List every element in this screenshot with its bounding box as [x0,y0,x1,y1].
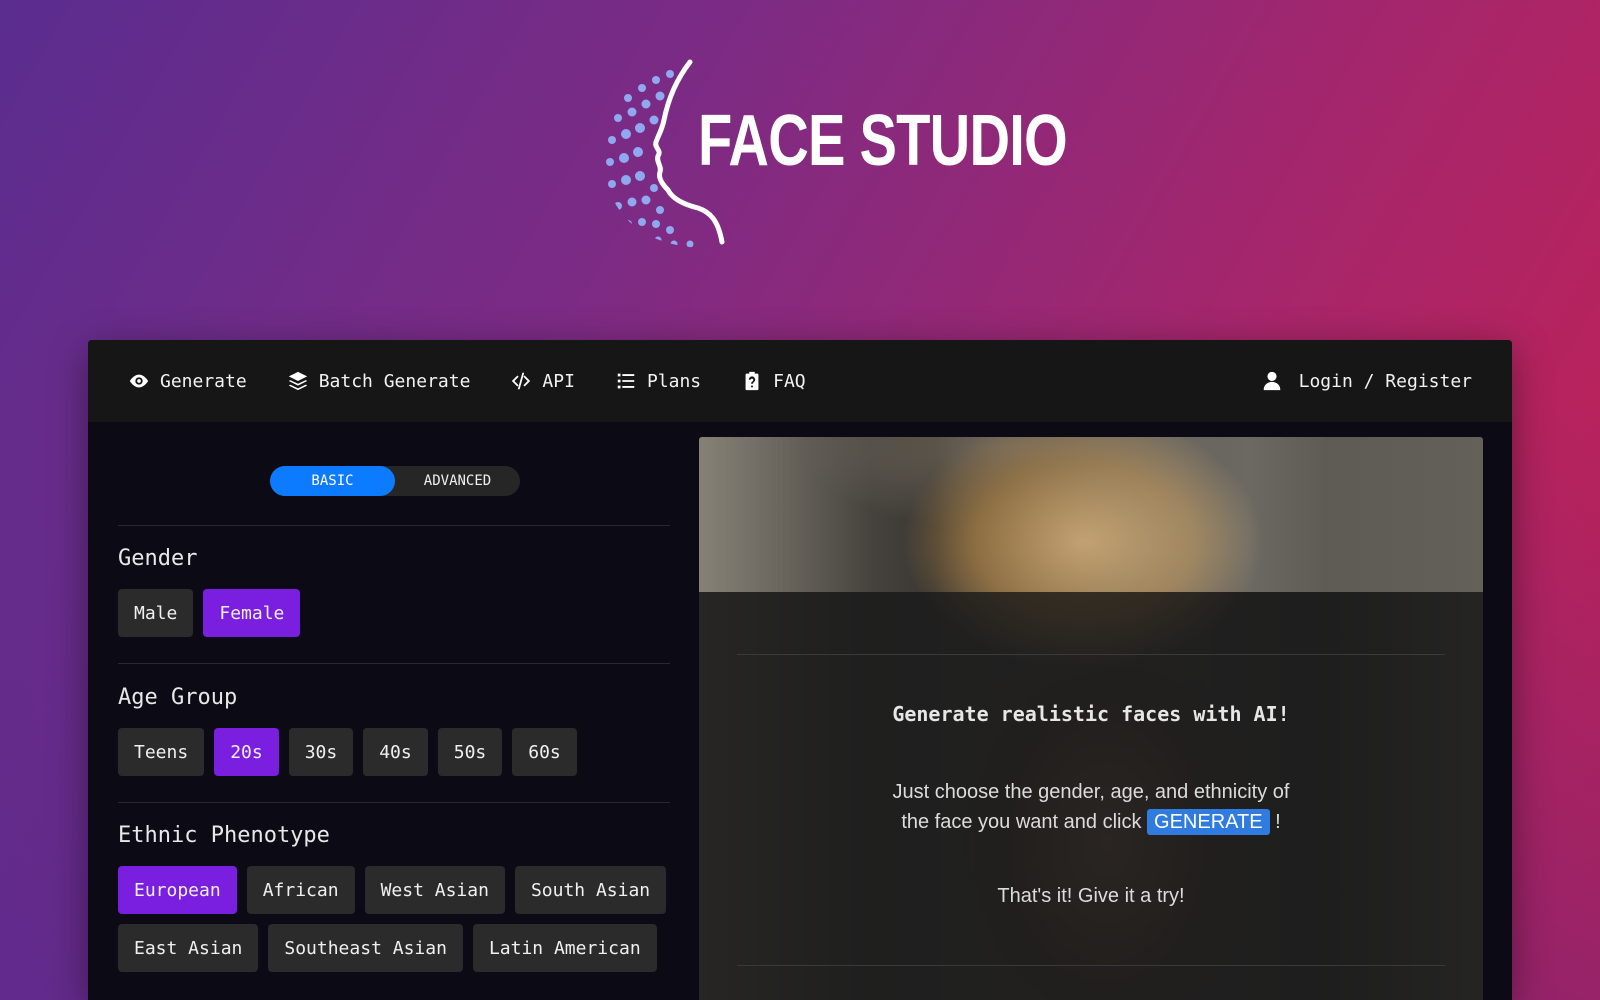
main-content: BASIC ADVANCED Gender Male Female Age Gr… [88,422,1512,1000]
nav-api-label: API [542,370,575,392]
intro-desc-prefix: the face you want and click [901,811,1142,833]
mode-toggle[interactable]: BASIC ADVANCED [270,466,520,496]
intro-desc-line2: the face you want and click GENERATE ! [699,807,1483,837]
intro-headline: Generate realistic faces with AI! [892,702,1290,726]
nav-batch-generate[interactable]: Batch Generate [287,370,471,392]
ethnicity-west-asian-button[interactable]: West Asian [364,866,505,914]
ethnicity-latin-american-button[interactable]: Latin American [472,924,657,972]
face-preview: Generate realistic faces with AI! Just c… [699,437,1483,1000]
divider [118,525,670,526]
intro-overlay: Generate realistic faces with AI! Just c… [699,592,1483,1000]
nav-faq-label: FAQ [773,370,806,392]
divider [737,965,1445,966]
nav-plans[interactable]: Plans [615,370,701,392]
divider [737,654,1445,655]
ethnicity-east-asian-button[interactable]: East Asian [118,924,259,972]
eye-icon [129,374,149,388]
age-30s-button[interactable]: 30s [288,728,354,776]
divider [118,663,670,664]
age-20s-button[interactable]: 20s [214,728,279,776]
layers-icon [288,371,307,391]
nav-login-label: Login / Register [1298,370,1472,392]
user-icon [1263,371,1280,391]
code-icon [512,372,531,390]
ethnicity-european-button[interactable]: European [118,866,237,914]
intro-description: Just choose the gender, age, and ethnici… [699,777,1483,837]
generate-badge: GENERATE [1147,809,1270,835]
ethnic-phenotype-label: Ethnic Phenotype [118,823,330,848]
clipboard-question-icon [745,371,759,391]
ethnicity-south-asian-button[interactable]: South Asian [514,866,667,914]
mode-advanced-tab[interactable]: ADVANCED [395,466,520,496]
ethnicity-options: European African West Asian South Asian … [118,866,670,972]
age-40s-button[interactable]: 40s [363,728,428,776]
nav-plans-label: Plans [646,370,702,392]
intro-desc-line1: Just choose the gender, age, and ethnici… [892,781,1290,803]
gender-label: Gender [118,546,198,571]
ethnicity-southeast-asian-button[interactable]: Southeast Asian [268,924,463,972]
face-studio-logo[interactable]: FACE STUDIO [598,58,1068,258]
nav-generate-label: Generate [160,370,247,392]
list-icon [617,373,635,389]
age-group-label: Age Group [118,685,238,710]
gender-options: Male Female [118,589,670,637]
age-50s-button[interactable]: 50s [437,728,503,776]
app-panel: Generate Batch Generate API Plans FAQ Lo… [88,340,1512,1000]
nav-login-register[interactable]: Login / Register [1261,370,1472,392]
nav-batch-generate-label: Batch Generate [318,370,471,392]
intro-desc-suffix: ! [1275,811,1281,833]
age-60s-button[interactable]: 60s [512,728,577,776]
age-options: Teens 20s 30s 40s 50s 60s [118,728,670,776]
intro-tryit: That's it! Give it a try! [997,885,1185,907]
gender-female-button[interactable]: Female [203,589,301,637]
logo-wordmark: FACE STUDIO [698,101,1068,181]
mode-basic-tab[interactable]: BASIC [270,466,395,496]
options-panel: BASIC ADVANCED Gender Male Female Age Gr… [118,422,670,1000]
nav-generate[interactable]: Generate [128,370,247,392]
age-teens-button[interactable]: Teens [118,728,205,776]
ethnicity-african-button[interactable]: African [246,866,355,914]
gender-male-button[interactable]: Male [118,589,194,637]
nav-faq[interactable]: FAQ [741,370,806,392]
navbar: Generate Batch Generate API Plans FAQ Lo… [88,340,1512,422]
divider [118,802,670,803]
nav-api[interactable]: API [510,370,575,392]
